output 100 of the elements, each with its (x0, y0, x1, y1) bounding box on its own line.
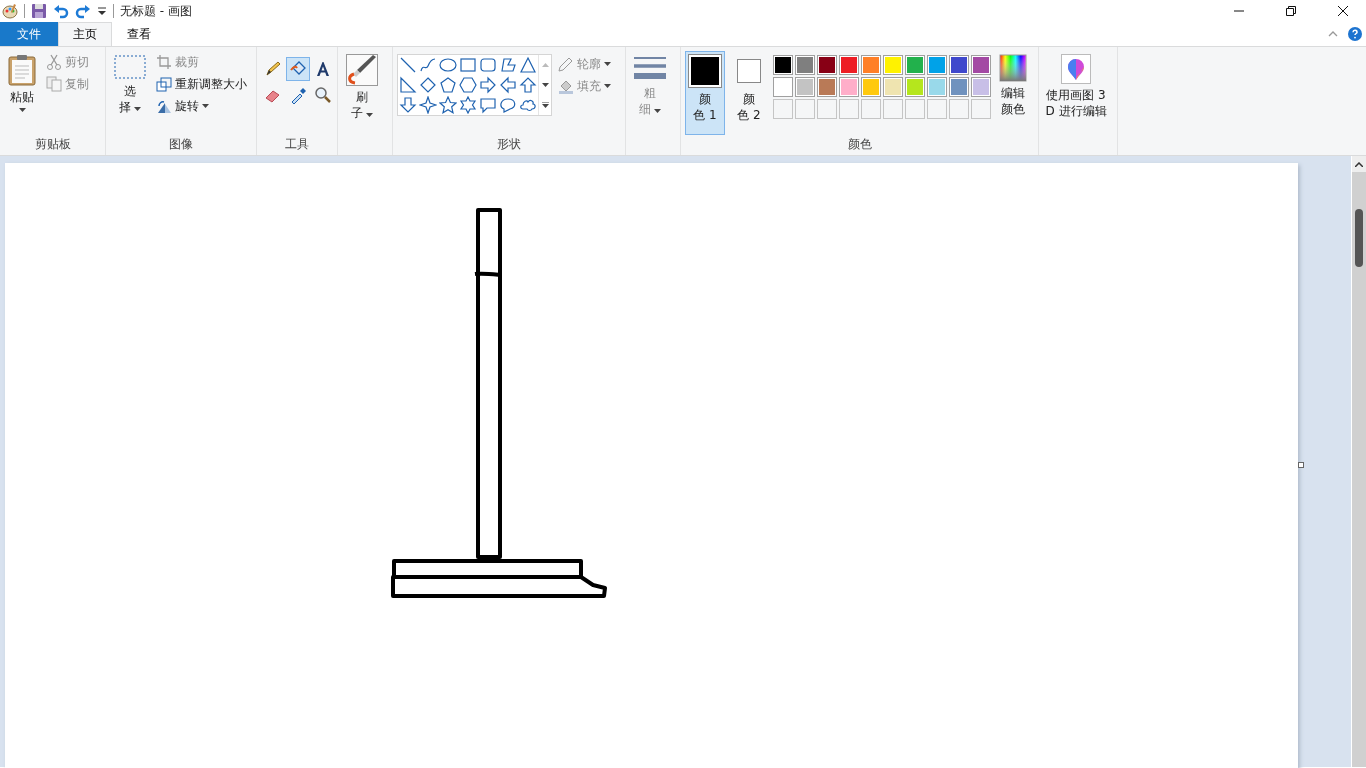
oval-shape-button[interactable] (438, 55, 458, 75)
palette-color[interactable] (971, 77, 991, 97)
empty-color-slot[interactable] (817, 99, 837, 119)
edit-colors-button[interactable]: 编辑 颜色 (995, 51, 1031, 135)
customize-dropdown-icon[interactable] (97, 6, 107, 16)
rotate-icon (156, 98, 172, 114)
triangle-shape-button[interactable] (518, 55, 538, 75)
rounded-rectangle-shape-button[interactable] (478, 55, 498, 75)
select-button[interactable]: 选 择 (110, 51, 150, 135)
rotate-button[interactable]: 旋转 (154, 95, 249, 117)
save-icon[interactable] (31, 3, 47, 19)
resize-handle[interactable] (1298, 462, 1304, 468)
ribbon-tab[interactable]: 主页 (58, 22, 112, 46)
paint-3d-icon (1061, 54, 1091, 84)
line-shape-button[interactable] (398, 55, 418, 75)
caret-icon (604, 62, 611, 66)
palette-color[interactable] (817, 55, 837, 75)
palette-color[interactable] (817, 77, 837, 97)
color-spectrum-icon (999, 54, 1027, 82)
paint-palette-icon[interactable] (2, 3, 18, 19)
pencil-icon (264, 60, 282, 78)
diamond-shape-button[interactable] (418, 75, 438, 95)
expand-icon (541, 102, 549, 108)
palette-color[interactable] (883, 77, 903, 97)
palette-color[interactable] (883, 55, 903, 75)
resize-button[interactable]: 重新调整大小 (154, 73, 249, 95)
palette-color[interactable] (839, 55, 859, 75)
undo-icon[interactable] (53, 3, 69, 19)
caret-icon (134, 107, 142, 111)
eyedropper-icon (289, 86, 307, 104)
palette-color[interactable] (905, 77, 925, 97)
up-arrow-icon (541, 63, 549, 67)
palette-color[interactable] (773, 77, 793, 97)
help-icon[interactable] (1348, 27, 1362, 41)
callout-shape-button[interactable] (478, 95, 498, 115)
empty-color-slot[interactable] (971, 99, 991, 119)
four-point-star-shape-button[interactable] (418, 95, 438, 115)
empty-color-slot[interactable] (949, 99, 969, 119)
caret-icon (654, 109, 662, 113)
resize-icon (156, 76, 172, 92)
caret-icon (18, 108, 26, 112)
palette-color[interactable] (949, 55, 969, 75)
oval-callout-shape-button[interactable] (498, 95, 518, 115)
color-selector-button[interactable]: 颜 色 1 (685, 51, 725, 135)
palette-color[interactable] (905, 55, 925, 75)
collapse-ribbon-icon[interactable] (1328, 31, 1338, 37)
restore-icon (1286, 6, 1296, 16)
left-arrow-shape-button[interactable] (498, 75, 518, 95)
paint-bucket-icon (558, 78, 574, 94)
empty-color-slot[interactable] (861, 99, 881, 119)
polygon-shape-button[interactable] (498, 55, 518, 75)
five-point-star-shape-button[interactable] (438, 95, 458, 115)
close-icon (1338, 6, 1348, 16)
palette-color[interactable] (795, 77, 815, 97)
pencil-icon (558, 56, 574, 72)
palette-color[interactable] (971, 55, 991, 75)
window-title: 无标题 - 画图 (120, 2, 192, 20)
hexagon-shape-button[interactable] (458, 75, 478, 95)
palette-color[interactable] (839, 77, 859, 97)
group-label: 形状 (496, 136, 522, 153)
redo-icon[interactable] (75, 3, 91, 19)
empty-color-slot[interactable] (883, 99, 903, 119)
clipboard-icon (8, 54, 36, 86)
up-arrow-shape-button[interactable] (518, 75, 538, 95)
brushes-button[interactable]: 刷 子 (342, 51, 382, 135)
right-triangle-shape-button[interactable] (398, 75, 418, 95)
palette-color[interactable] (949, 77, 969, 97)
ribbon-tab[interactable]: 查看 (112, 22, 166, 46)
file-menu-tab[interactable]: 文件 (0, 22, 58, 46)
caret-icon (604, 84, 611, 88)
palette-color[interactable] (861, 77, 881, 97)
right-arrow-shape-button[interactable] (478, 75, 498, 95)
palette-color[interactable] (927, 55, 947, 75)
color-selector-button[interactable]: 颜 色 2 (729, 51, 769, 135)
rectangle-shape-button[interactable] (458, 55, 478, 75)
scroll-up-button[interactable] (1352, 156, 1366, 172)
caret-icon (366, 113, 374, 117)
empty-color-slot[interactable] (773, 99, 793, 119)
vertical-scrollbar[interactable] (1351, 156, 1366, 767)
six-point-star-shape-button[interactable] (458, 95, 478, 115)
empty-color-slot[interactable] (905, 99, 925, 119)
edit-with-paint-3d-button[interactable]: 使用画图 3 D 进行编辑 (1043, 51, 1109, 135)
caret-icon (202, 104, 209, 108)
empty-color-slot[interactable] (927, 99, 947, 119)
scissors-icon (46, 54, 62, 70)
paint-bucket-tool[interactable] (286, 57, 310, 81)
down-arrow-shape-button[interactable] (398, 95, 418, 115)
paste-button[interactable]: 粘贴 (4, 51, 40, 135)
down-arrow-icon (541, 83, 549, 87)
palette-color[interactable] (927, 77, 947, 97)
palette-color[interactable] (861, 55, 881, 75)
crop-icon (156, 54, 172, 70)
pentagon-shape-button[interactable] (438, 75, 458, 95)
copy-icon (46, 76, 62, 92)
palette-color[interactable] (795, 55, 815, 75)
group-label: 颜色 (846, 136, 873, 153)
empty-color-slot[interactable] (839, 99, 859, 119)
empty-color-slot[interactable] (795, 99, 815, 119)
palette-color[interactable] (773, 55, 793, 75)
scrollbar-thumb[interactable] (1355, 209, 1363, 267)
